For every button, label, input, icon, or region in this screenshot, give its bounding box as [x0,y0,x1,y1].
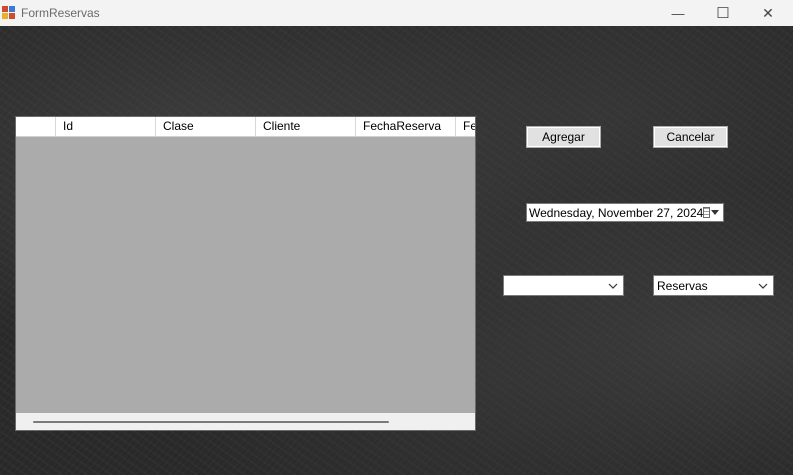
minimize-button[interactable]: — [655,0,701,26]
chevron-down-icon[interactable] [756,279,770,293]
form-reservas-window: FormReservas — ☐ ✕ Id Clase Cliente Fech… [0,0,793,475]
window-title: FormReservas [21,6,100,20]
row-header-corner[interactable] [16,117,56,136]
agregar-button[interactable]: Agregar [526,126,601,148]
chevron-down-icon[interactable] [606,279,620,293]
form-client-area: Id Clase Cliente FechaReserva Fe Agregar… [0,26,793,475]
column-header-fe[interactable]: Fe [456,117,475,136]
reserva-date-picker[interactable]: Wednesday, November 27, 2024 [526,203,724,222]
dropdown-arrow-icon[interactable] [711,210,719,215]
maximize-button[interactable]: ☐ [700,0,746,26]
column-header-fechareserva[interactable]: FechaReserva [356,117,456,136]
close-button[interactable]: ✕ [745,0,791,26]
calendar-icon[interactable] [703,207,710,218]
grid-horizontal-scrollbar[interactable] [16,413,475,430]
cancelar-button[interactable]: Cancelar [653,126,728,148]
column-header-cliente[interactable]: Cliente [256,117,356,136]
column-header-id[interactable]: Id [56,117,156,136]
grid-header: Id Clase Cliente FechaReserva Fe [16,117,475,137]
app-window-icon [2,6,16,20]
column-header-clase[interactable]: Clase [156,117,256,136]
reservas-combobox[interactable]: Reservas [653,275,774,296]
title-bar: FormReservas — ☐ ✕ [0,0,793,26]
left-combobox[interactable] [503,275,624,296]
scrollbar-thumb[interactable] [33,421,389,423]
date-picker-value: Wednesday, November 27, 2024 [529,205,704,220]
reservas-data-grid[interactable]: Id Clase Cliente FechaReserva Fe [15,116,476,431]
reservas-combobox-value: Reservas [657,278,708,293]
